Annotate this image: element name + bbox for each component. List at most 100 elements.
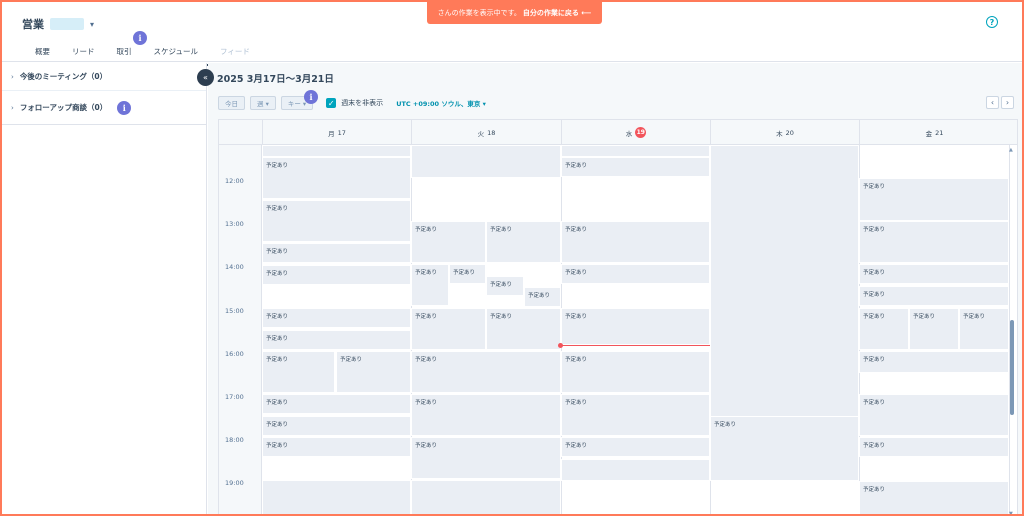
calendar-event[interactable]: 予定あり [262,416,411,436]
today-button[interactable]: 今日 [218,96,245,110]
timezone-dropdown[interactable]: UTC +09:00 ソウル、東京 ▾ [396,98,486,108]
time-label: 17:00 [225,393,244,401]
calendar-event[interactable]: 予定あり [411,437,561,479]
calendar-event[interactable]: 予定あり [859,264,1009,284]
calendar-event[interactable]: 予定あり [411,221,486,263]
day-header-wed: 水 19 [561,120,710,145]
viewing-as-banner: さんの作業を表示中です。 自分の作業に戻る ⟵ [427,2,602,24]
help-icon[interactable]: ? [986,16,998,28]
redacted-user-name [50,18,84,30]
calendar-event[interactable]: 予定あり [859,221,1009,263]
calendar-event[interactable]: 予定あり [859,351,1009,373]
calendar-event[interactable]: 予定あり [262,351,335,393]
page-title[interactable]: 営業 ▾ [22,16,94,32]
calendar-event[interactable]: 予定あり [710,416,859,481]
next-week-button[interactable]: › [1001,96,1014,109]
day-header-fri: 金 21 [859,120,1009,145]
calendar-event[interactable]: 予定あり [561,394,710,436]
calendar-event[interactable]: 予定あり [859,286,1009,306]
day-name: 金 [925,129,933,138]
time-label: 13:00 [225,220,244,228]
info-badge-icon: i [133,31,147,45]
calendar-event[interactable]: 予定あり [262,200,411,242]
chevron-right-icon: › [11,72,14,81]
scroll-down-icon[interactable]: ▼ [1009,511,1013,514]
time-label: 14:00 [225,263,244,271]
calendar-event[interactable]: 予定あり [262,243,411,263]
calendar-event[interactable]: 予定あり [561,157,710,177]
calendar-day-header-row: 月 17 火 18 水 19 木 20 金 21 [219,120,1017,145]
info-badge-icon: i [304,90,318,104]
calendar-event[interactable]: 予定あり [561,221,710,263]
calendar-event[interactable]: 予定あり [909,308,959,350]
calendar-event[interactable]: 予定あり [859,394,1009,436]
previous-week-button[interactable]: ‹ [986,96,999,109]
calendar-event[interactable]: 予定あり [262,394,411,414]
calendar-event[interactable]: 予定あり [262,157,411,199]
today-date-badge: 19 [635,127,647,138]
time-label: 18:00 [225,436,244,444]
calendar-event[interactable]: 予定あり [411,264,449,306]
time-label: 12:00 [225,177,244,185]
sidebar-item-upcoming-meetings[interactable]: › 今後のミーティング（0） [2,63,206,91]
calendar-event[interactable]: 予定あり [859,308,909,350]
sidebar-item-label: フォローアップ商談（0） [19,103,108,112]
day-date: 18 [487,128,496,137]
calendar-event[interactable]: 予定あり [561,308,710,345]
calendar-event[interactable]: 予定あり [336,351,411,393]
chevron-down-icon[interactable]: ▾ [90,20,94,29]
current-time-indicator [561,345,710,346]
day-name: 月 [328,129,335,138]
calendar-busy-block[interactable] [561,459,710,481]
current-time-dot [558,343,563,348]
calendar-scrollbar[interactable]: ▲ ▼ [1009,145,1015,514]
calendar-toolbar: 今日 週 ▾ キー ▾ ✓ 週末を非表示 UTC +09:00 ソウル、東京 ▾ [218,96,486,110]
calendar-event[interactable]: 予定あり [411,308,486,350]
day-date: 17 [337,128,346,137]
time-gutter: 12:00 13:00 14:00 15:00 16:00 17:00 18:0… [219,145,262,514]
calendar-busy-block[interactable] [262,480,411,514]
week-nav: ‹ › [986,96,1014,109]
collapse-sidebar-button[interactable]: « [197,69,214,86]
calendar-event[interactable]: 予定あり [486,221,561,263]
day-name: 木 [776,129,783,138]
week-range-title: 2025 3月17日～3月21日 [217,74,334,85]
calendar-busy-block[interactable] [411,480,561,514]
calendar-event[interactable]: 予定あり [411,394,561,436]
day-date: 20 [785,128,794,137]
hide-weekends-checkbox[interactable]: ✓ [326,98,337,108]
calendar-busy-block[interactable] [710,145,859,419]
day-name: 水 [625,129,633,138]
day-date: 21 [935,128,944,137]
scrollbar-thumb[interactable] [1010,320,1014,415]
return-to-my-work-link[interactable]: 自分の作業に戻る ⟵ [523,8,591,18]
sidebar-item-follow-up-deals[interactable]: › フォローアップ商談（0） i [2,91,206,125]
calendar-event[interactable]: 予定あり [561,437,710,457]
calendar-busy-block[interactable] [411,145,561,178]
page-title-text: 営業 [22,18,44,31]
calendar-event[interactable]: 予定あり [561,351,710,393]
calendar-event[interactable]: 予定あり [262,330,411,350]
calendar-event[interactable]: 予定あり [486,276,524,296]
calendar-event[interactable]: 予定あり [411,351,561,393]
calendar-event[interactable]: 予定あり [859,178,1009,221]
sidebar-item-label: 今後のミーティング（0） [19,72,108,81]
calendar-event[interactable]: 予定あり [449,264,486,284]
sidebar: › 今後のミーティング（0） › フォローアップ商談（0） i [2,63,207,514]
hide-weekends-label: 週末を非表示 [341,99,384,107]
calendar-event[interactable]: 予定あり [262,265,411,285]
calendar-event[interactable]: 予定あり [959,308,1009,350]
calendar-event[interactable]: 予定あり [262,437,411,457]
calendar-event[interactable]: 予定あり [486,308,561,350]
scroll-up-icon[interactable]: ▲ [1009,147,1013,153]
day-header-mon: 月 17 [262,120,411,145]
calendar-event[interactable]: 予定あり [524,287,561,307]
week-view-dropdown[interactable]: 週 ▾ [250,96,276,110]
calendar-busy-block[interactable] [561,145,710,157]
calendar-event[interactable]: 予定あり [561,264,710,284]
calendar-event[interactable]: 予定あり [859,437,1009,457]
time-label: 15:00 [225,307,244,315]
calendar-busy-block[interactable] [262,145,411,157]
calendar-event[interactable]: 予定あり [859,481,1009,514]
calendar-event[interactable]: 予定あり [262,308,411,328]
